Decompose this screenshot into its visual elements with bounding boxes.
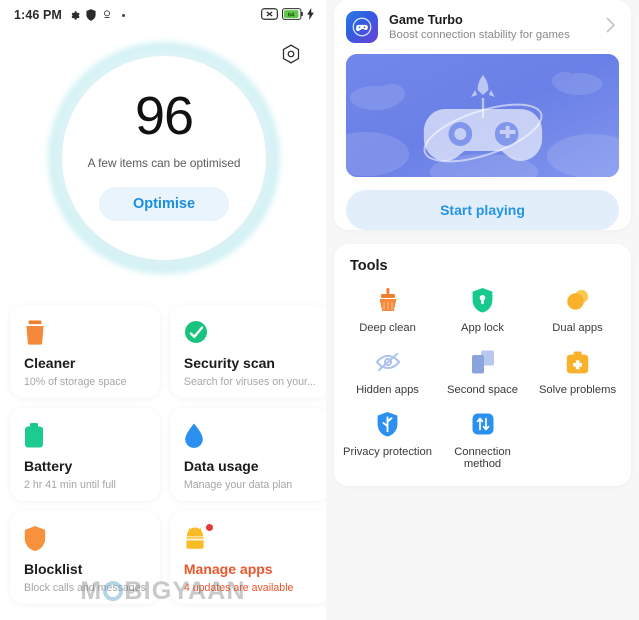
tool-dual-apps[interactable]: Dual apps — [530, 286, 625, 334]
card-subtitle: Search for viruses on your... — [183, 376, 316, 388]
tool-label: Solve problems — [538, 384, 617, 396]
trash-bin-icon — [24, 320, 146, 346]
battery-icon — [24, 423, 146, 449]
broom-icon — [377, 286, 399, 314]
score-value: 96 — [134, 86, 194, 146]
card-title: Battery — [24, 458, 73, 474]
tool-label: Connection method — [454, 446, 511, 470]
tool-app-lock[interactable]: App lock — [435, 286, 530, 334]
first-aid-kit-icon — [566, 348, 589, 376]
phone-screenshot: 1:46 PM 64 96 A few items can be optimis… — [0, 0, 639, 620]
tool-solve-problems[interactable]: Solve problems — [530, 348, 625, 396]
water-drop-icon — [184, 423, 316, 449]
game-turbo-card: Game Turbo Boost connection stability fo… — [334, 0, 631, 230]
optimisation-score-card: 96 A few items can be optimised Optimise — [62, 56, 266, 260]
gamepad-icon — [346, 11, 378, 43]
security-home-panel: 1:46 PM 64 96 A few items can be optimis… — [0, 0, 326, 620]
charging-bolt-icon — [307, 7, 314, 23]
silent-mode-icon — [261, 7, 278, 23]
two-windows-icon — [471, 348, 495, 376]
settings-button[interactable] — [282, 44, 300, 69]
status-bar-clock: 1:46 PM — [14, 8, 62, 22]
update-badge-dot — [205, 524, 213, 531]
tool-label: App lock — [461, 322, 504, 334]
svg-text:64: 64 — [288, 12, 295, 18]
tool-hidden-apps[interactable]: Hidden apps — [340, 348, 435, 396]
chevron-right-icon[interactable] — [606, 16, 616, 38]
eye-slash-icon — [375, 348, 401, 376]
shield-icon — [24, 526, 146, 552]
hexagon-settings-icon[interactable] — [282, 44, 300, 68]
card-battery[interactable]: Battery 2 hr 41 min until full — [10, 408, 160, 501]
optimise-button[interactable]: Optimise — [98, 187, 230, 221]
start-playing-button[interactable]: Start playing — [346, 190, 619, 230]
card-title: Data usage — [183, 458, 259, 474]
tool-label: Dual apps — [552, 322, 603, 334]
shield-icon — [86, 9, 96, 21]
tools-section-title: Tools — [350, 258, 388, 274]
tool-label: Second space — [447, 384, 518, 396]
card-subtitle: 2 hr 41 min until full — [24, 479, 116, 491]
game-turbo-header[interactable]: Game Turbo Boost connection stability fo… — [334, 0, 631, 52]
android-apps-icon — [184, 524, 316, 552]
tool-second-space[interactable]: Second space — [435, 348, 530, 396]
score-subtitle: A few items can be optimised — [87, 156, 241, 170]
card-title: Blocklist — [24, 561, 83, 577]
card-subtitle: Manage your data plan — [183, 479, 293, 491]
tool-privacy-protection[interactable]: Privacy protection — [340, 410, 435, 470]
tool-label: Privacy protection — [343, 446, 432, 458]
gamepad-rocket-clouds-illustration — [346, 54, 619, 177]
game-turbo-banner[interactable] — [346, 54, 619, 177]
feature-cards-grid: Cleaner 10% of storage space Security sc… — [0, 305, 326, 604]
card-subtitle: 10% of storage space — [24, 376, 127, 388]
card-data-usage[interactable]: Data usage Manage your data plan — [169, 408, 326, 501]
card-cleaner[interactable]: Cleaner 10% of storage space — [10, 305, 160, 398]
card-title: Manage apps — [183, 561, 273, 577]
card-security-scan[interactable]: Security scan Search for viruses on your… — [169, 305, 326, 398]
card-subtitle: Block calls and messages — [24, 582, 146, 594]
tools-grid: Deep clean App lock Dual apps Hidden app… — [340, 286, 625, 470]
tool-connection-method[interactable]: Connection method — [435, 410, 530, 470]
status-bar: 1:46 PM 64 — [0, 0, 326, 30]
card-title: Cleaner — [24, 355, 76, 371]
dot-icon — [121, 13, 125, 17]
card-subtitle: 4 updates are available — [183, 582, 294, 594]
location-pin-icon — [102, 9, 112, 21]
tool-deep-clean[interactable]: Deep clean — [340, 286, 435, 334]
card-manage-apps[interactable]: Manage apps 4 updates are available — [169, 511, 326, 604]
gear-icon — [69, 10, 80, 21]
card-blocklist[interactable]: Blocklist Block calls and messages — [10, 511, 160, 604]
lock-shield-icon — [472, 286, 493, 314]
game-turbo-tools-panel: Game Turbo Boost connection stability fo… — [326, 0, 639, 620]
card-title: Security scan — [183, 355, 275, 371]
privacy-shield-icon — [377, 410, 398, 438]
dual-circles-icon — [566, 286, 590, 314]
game-turbo-title: Game Turbo — [389, 13, 463, 27]
tool-label: Hidden apps — [356, 384, 419, 396]
battery-icon: 64 — [282, 7, 303, 23]
transfer-arrows-icon — [472, 410, 494, 438]
game-turbo-subtitle: Boost connection stability for games — [389, 29, 570, 41]
security-check-circle-icon — [184, 320, 316, 346]
tools-card: Tools Deep clean App lock Dual apps Hidd… — [334, 244, 631, 486]
tool-label: Deep clean — [359, 322, 416, 334]
